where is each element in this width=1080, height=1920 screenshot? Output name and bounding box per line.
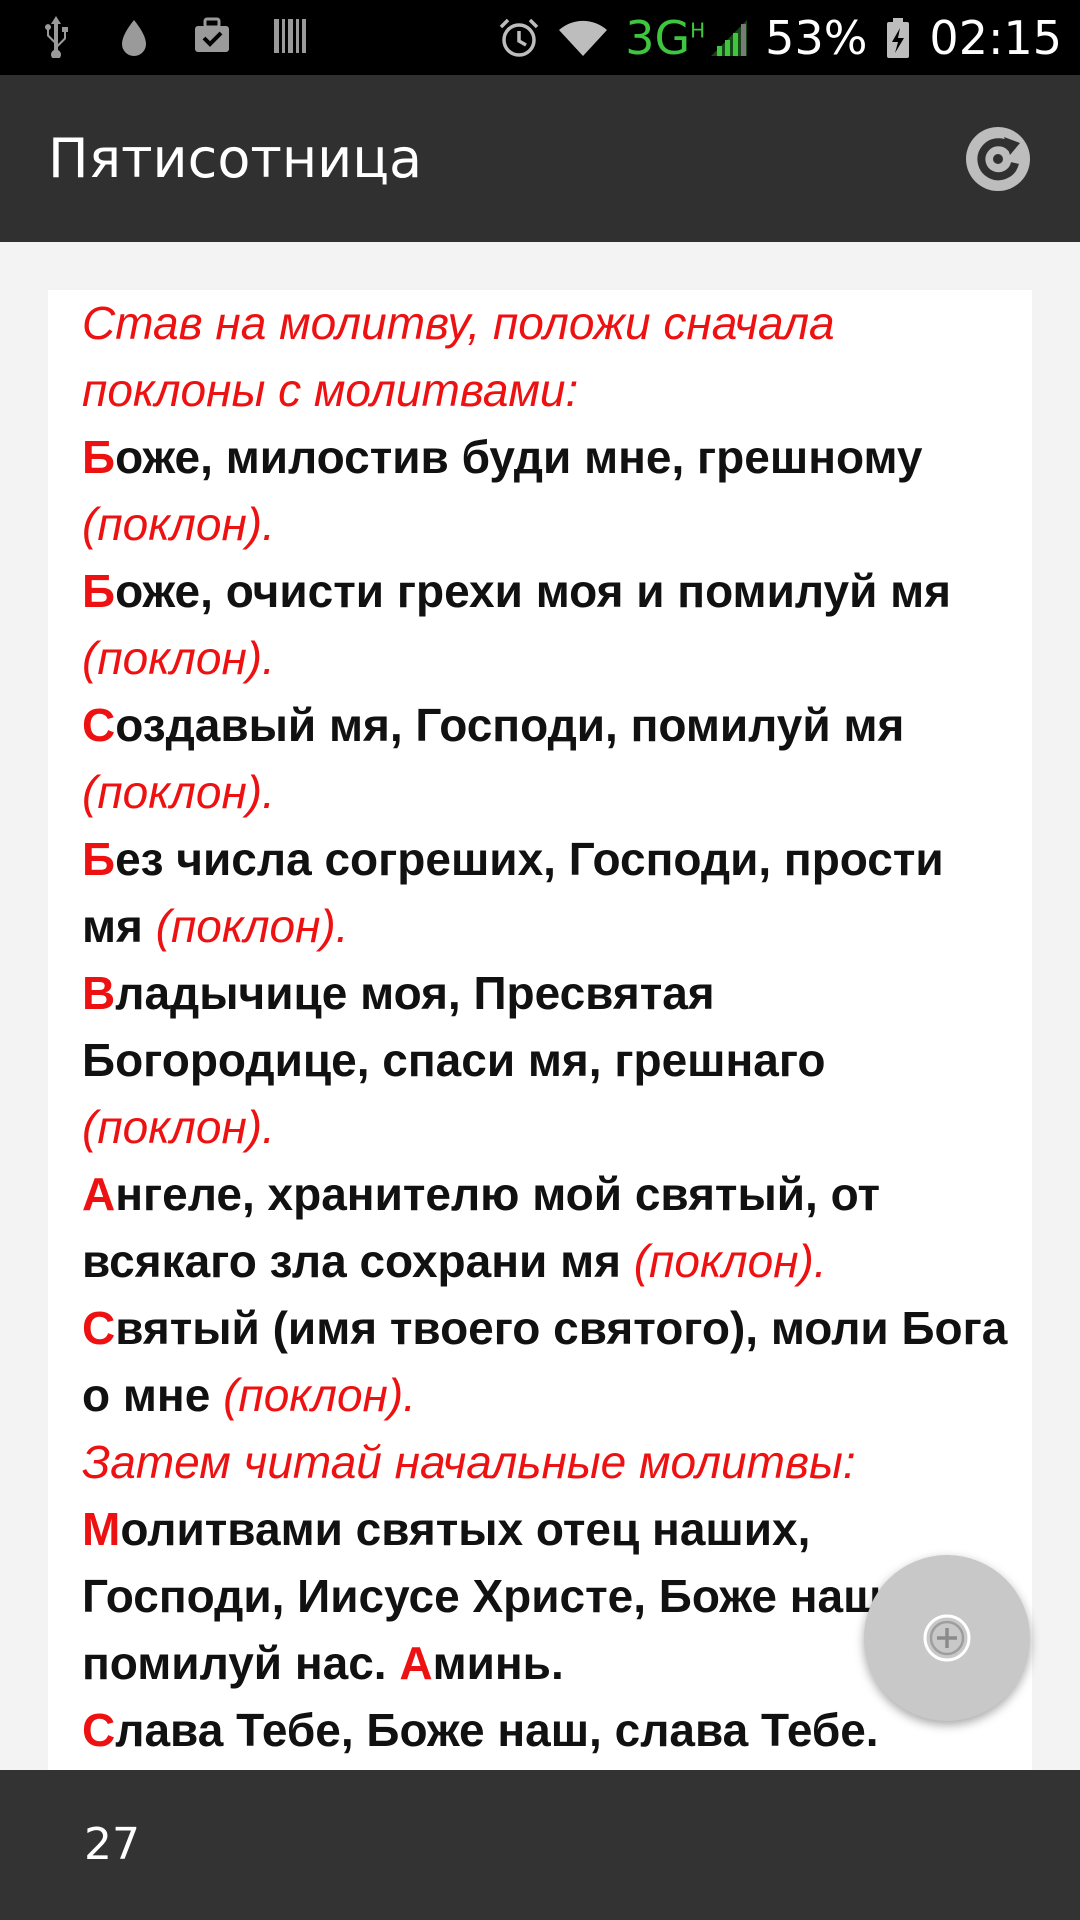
initial-letter: Б xyxy=(82,565,116,617)
prayer-text-line: оздавый мя, Господи, помилуй мя xyxy=(115,699,905,751)
page-number: 27 xyxy=(84,1819,140,1870)
prayer-text-line: вятый (имя твоего святого), моли Бога о … xyxy=(82,1302,1008,1421)
bow-note: (поклон). xyxy=(82,632,275,684)
prayer-line: Создавый мя, Господи, помилуй мя (поклон… xyxy=(82,692,1012,826)
instruction-text: Затем читай начальные молитвы: xyxy=(82,1436,856,1488)
battery-percent: 53% xyxy=(765,10,868,65)
initial-letter: А xyxy=(82,1168,116,1220)
reading-pane[interactable]: Став на молитву, положи сначала поклоны … xyxy=(48,290,1032,1770)
wifi-icon xyxy=(557,16,609,60)
briefcase-check-icon xyxy=(190,14,234,58)
prayer-line: Слава Тебе, Боже наш, слава Тебе. xyxy=(82,1697,1012,1764)
alarm-icon xyxy=(497,16,541,60)
prayer-text-line: оже, очисти грехи моя и помилуй мя xyxy=(115,565,951,617)
prayer-text-line: оже, милостив буди мне, грешному xyxy=(115,431,923,483)
status-bar-notifications xyxy=(34,14,312,58)
initial-letter: А xyxy=(399,1637,433,1689)
clock: 02:15 xyxy=(929,10,1062,65)
prayer-text-line: лава Тебе, Боже наш, слава Тебе. xyxy=(115,1704,879,1756)
instruction-text: Став на молитву, положи сначала поклоны … xyxy=(82,297,835,416)
refresh-icon xyxy=(966,127,1030,191)
initial-letter: С xyxy=(82,1302,116,1354)
refresh-button[interactable] xyxy=(960,121,1036,197)
status-bar-system: 3GH 53% 02:15 xyxy=(497,0,1062,75)
bow-note: (поклон). xyxy=(82,498,275,550)
usb-icon xyxy=(34,14,78,58)
prayer-text: Став на молитву, положи сначала поклоны … xyxy=(48,290,1012,1764)
page-title: Пятисотница xyxy=(48,127,423,190)
prayer-line: Святый (имя твоего святого), моли Бога о… xyxy=(82,1295,1012,1429)
bow-note: (поклон). xyxy=(155,900,349,952)
bow-note: (поклон). xyxy=(82,766,275,818)
prayer-line: Ангеле, хранителю мой святый, от всякаго… xyxy=(82,1161,1012,1295)
initial-letter: С xyxy=(82,699,116,751)
bow-note: (поклон). xyxy=(633,1235,827,1287)
bow-note: (поклон). xyxy=(223,1369,416,1421)
app-bar: Пятисотница xyxy=(0,75,1080,242)
status-bar: 3GH 53% 02:15 xyxy=(0,0,1080,75)
prayer-line: Боже, милостив буди мне, грешному (покло… xyxy=(82,424,1012,558)
initial-letter: Б xyxy=(82,431,116,483)
prayer-line: Боже, очисти грехи моя и помилуй мя (пок… xyxy=(82,558,1012,692)
add-circle-icon xyxy=(923,1614,971,1662)
initial-letter: В xyxy=(82,967,116,1019)
signal-icon xyxy=(709,16,749,60)
initial-letter: С xyxy=(82,1704,116,1756)
drop-icon xyxy=(112,14,156,58)
add-counter-button[interactable] xyxy=(864,1555,1030,1721)
barcode-icon xyxy=(268,14,312,58)
prayer-text-line: ладычице моя, Пресвятая Богородице, спас… xyxy=(82,967,826,1086)
bottom-bar: 27 xyxy=(0,1770,1080,1920)
initial-letter: Б xyxy=(82,833,116,885)
initial-letter: М xyxy=(82,1503,121,1555)
network-type: 3GH xyxy=(625,10,706,65)
prayer-line: Без числа согреших, Господи, прости мя (… xyxy=(82,826,1012,960)
prayer-text-line: минь. xyxy=(432,1637,564,1689)
bow-note: (поклон). xyxy=(82,1101,275,1153)
prayer-line: Владычице моя, Пресвятая Богородице, спа… xyxy=(82,960,1012,1161)
battery-charging-icon xyxy=(883,16,913,60)
